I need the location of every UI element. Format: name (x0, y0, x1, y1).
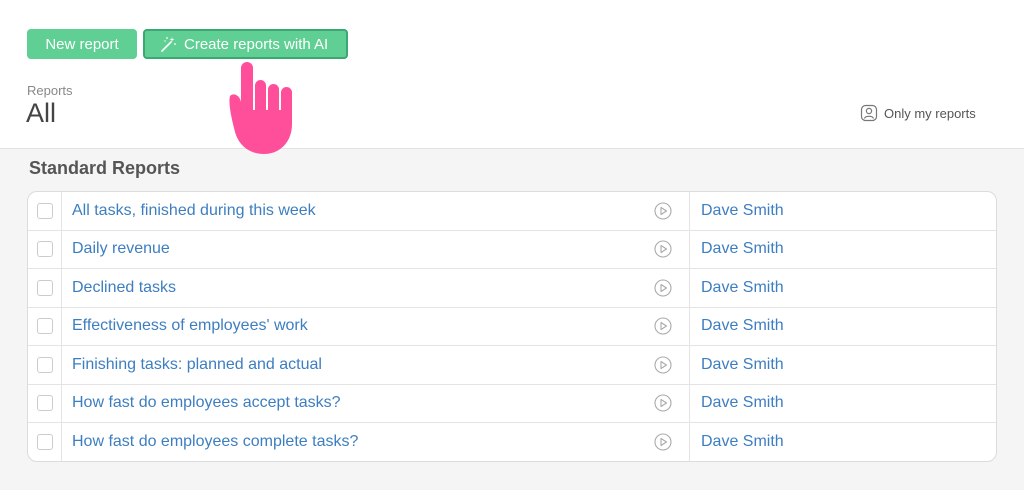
column-divider (689, 192, 690, 230)
row-checkbox-cell (28, 269, 62, 307)
table-row[interactable]: Effectiveness of employees' work Dave Sm… (28, 307, 996, 346)
breadcrumb[interactable]: Reports (27, 83, 73, 98)
row-checkbox[interactable] (36, 241, 53, 258)
play-circle-icon[interactable] (654, 317, 672, 335)
row-checkbox-cell (28, 307, 62, 345)
row-checkbox-cell (28, 384, 62, 422)
play-circle-icon[interactable] (654, 433, 672, 451)
report-owner-link[interactable]: Dave Smith (701, 192, 784, 230)
report-owner-link[interactable]: Dave Smith (701, 269, 784, 307)
report-name-link[interactable]: How fast do employees accept tasks? (72, 385, 341, 423)
report-name-link[interactable]: Daily revenue (72, 231, 170, 269)
row-checkbox-cell (28, 230, 62, 268)
row-checkbox[interactable] (36, 318, 53, 335)
page-title: All (26, 98, 57, 128)
report-owner-link[interactable]: Dave Smith (701, 385, 784, 423)
report-name-link[interactable]: Finishing tasks: planned and actual (72, 346, 322, 384)
play-circle-icon[interactable] (654, 356, 672, 374)
report-name-link[interactable]: Effectiveness of employees' work (72, 308, 308, 346)
new-report-label: New report (45, 35, 119, 53)
row-checkbox[interactable] (36, 356, 53, 373)
pointing-hand-icon (229, 62, 292, 154)
report-name-link[interactable]: Declined tasks (72, 269, 176, 307)
column-divider (689, 230, 690, 268)
row-checkbox[interactable] (36, 279, 53, 296)
table-row[interactable]: Finishing tasks: planned and actual Dave… (28, 346, 996, 385)
play-circle-icon[interactable] (654, 394, 672, 412)
only-my-reports-label: Only my reports (884, 105, 976, 121)
report-owner-link[interactable]: Dave Smith (701, 423, 784, 461)
play-circle-icon[interactable] (654, 279, 672, 297)
play-circle-icon[interactable] (654, 240, 672, 258)
section-title: Standard Reports (29, 158, 181, 178)
column-divider (689, 384, 690, 422)
column-divider (689, 346, 690, 384)
create-reports-ai-button[interactable]: Create reports with AI (143, 29, 348, 59)
row-checkbox-cell (28, 423, 62, 461)
table-row[interactable]: All tasks, finished during this week Dav… (28, 192, 996, 231)
report-owner-link[interactable]: Dave Smith (701, 231, 784, 269)
new-report-button[interactable]: New report (27, 29, 137, 59)
column-divider (689, 307, 690, 345)
table-row[interactable]: Declined tasks Dave Smith (28, 269, 996, 308)
column-divider (689, 269, 690, 307)
only-my-reports-filter[interactable]: Only my reports (860, 104, 976, 122)
report-name-link[interactable]: How fast do employees complete tasks? (72, 423, 358, 461)
report-owner-link[interactable]: Dave Smith (701, 308, 784, 346)
row-checkbox-cell (28, 192, 62, 230)
magic-wand-icon (161, 37, 176, 52)
row-checkbox-cell (28, 346, 62, 384)
create-reports-ai-label: Create reports with AI (184, 35, 329, 53)
column-divider (689, 423, 690, 461)
header-bar: New report Create reports with AI Report… (0, 0, 1024, 149)
row-checkbox[interactable] (36, 202, 53, 219)
table-row[interactable]: Daily revenue Dave Smith (28, 230, 996, 269)
table-row[interactable]: How fast do employees accept tasks? Dave… (28, 384, 996, 423)
user-icon (860, 104, 878, 122)
row-checkbox[interactable] (36, 434, 53, 451)
report-name-link[interactable]: All tasks, finished during this week (72, 192, 316, 230)
row-checkbox[interactable] (36, 395, 53, 412)
play-circle-icon[interactable] (654, 202, 672, 220)
report-owner-link[interactable]: Dave Smith (701, 346, 784, 384)
table-row[interactable]: How fast do employees complete tasks? Da… (28, 423, 996, 461)
reports-table: All tasks, finished during this week Dav… (27, 191, 997, 462)
